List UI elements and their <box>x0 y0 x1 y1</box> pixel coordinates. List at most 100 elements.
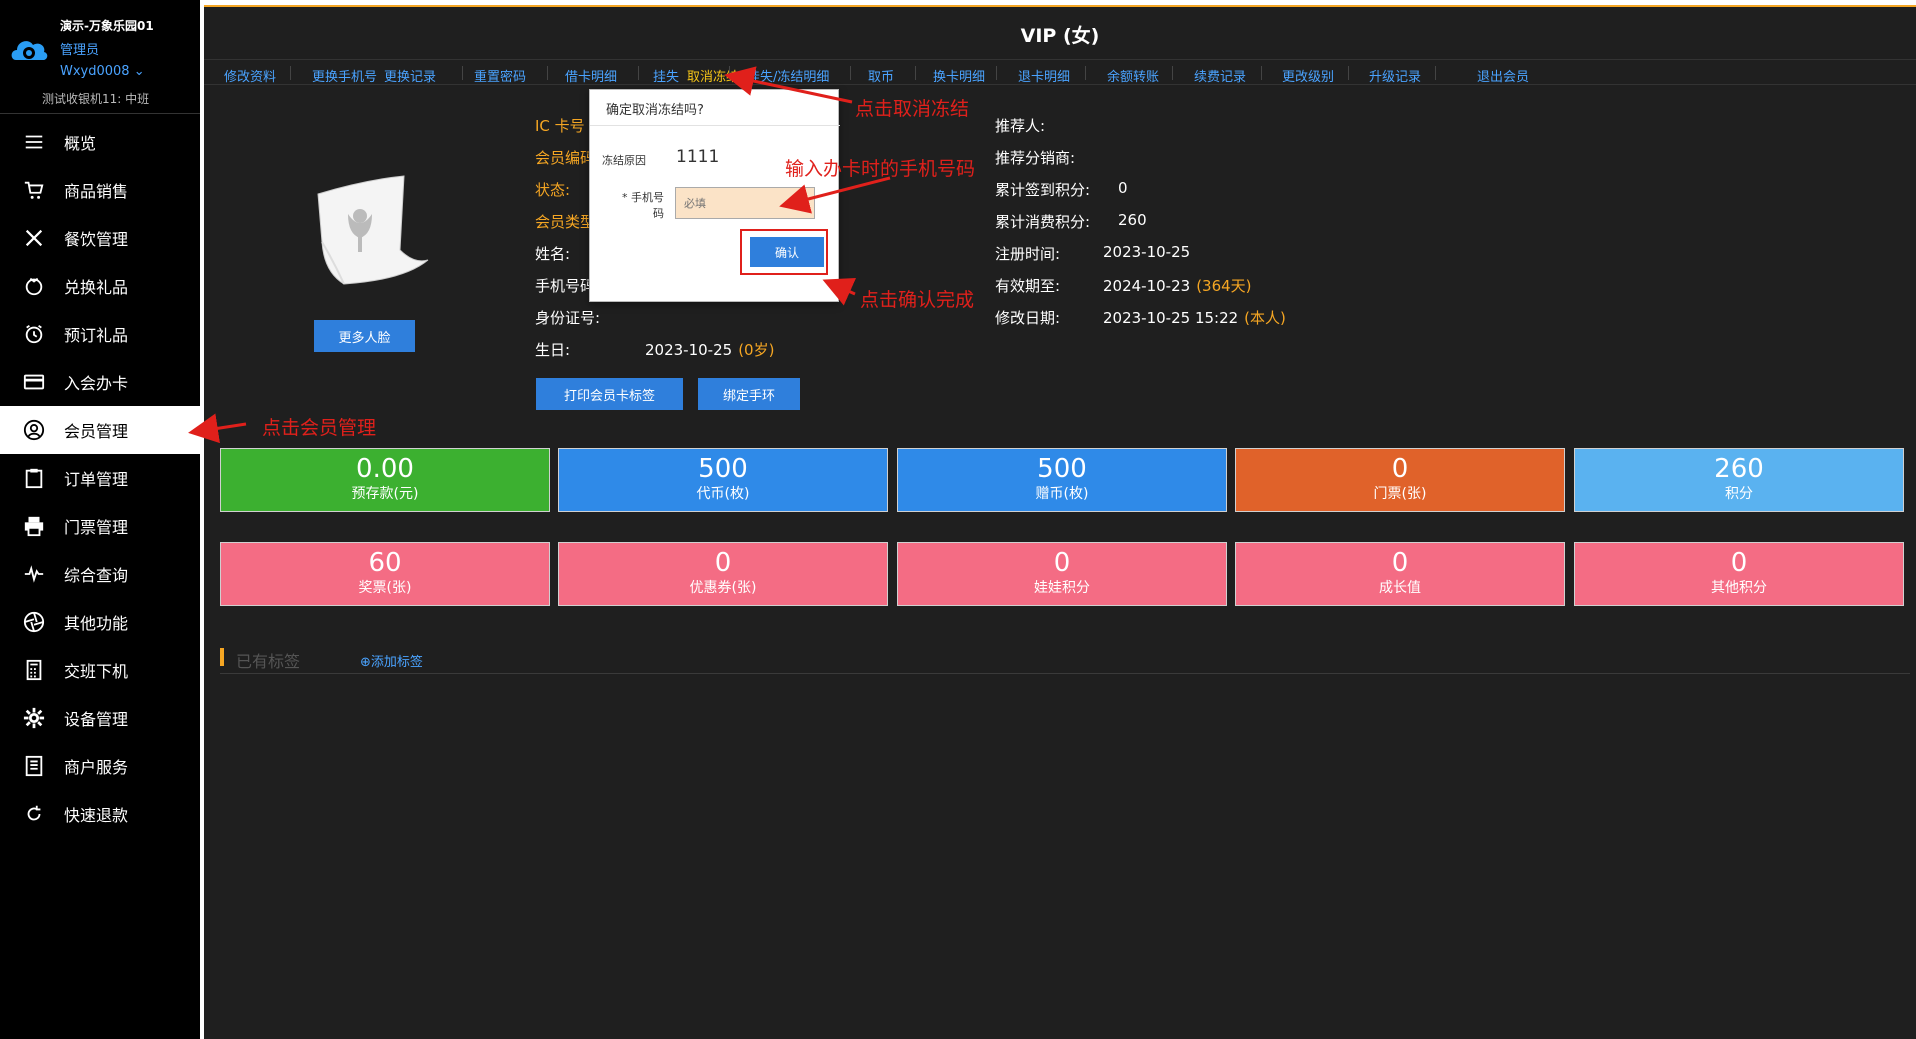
bind-wristband-button[interactable]: 绑定手环 <box>698 378 800 410</box>
tab-divider <box>729 66 730 80</box>
card-icon <box>22 370 46 394</box>
info-label: 姓名: <box>535 245 571 263</box>
tab-divider <box>1261 66 1262 80</box>
stat-card[interactable]: 0 娃娃积分 <box>897 542 1227 606</box>
calculator-icon <box>22 658 46 682</box>
stat-value: 0.00 <box>356 454 414 484</box>
stat-card[interactable]: 60 奖票(张) <box>220 542 550 606</box>
info-label: 生日: <box>535 341 571 359</box>
sidebar-item-11[interactable]: 交班下机 <box>0 646 200 694</box>
stat-label: 优惠券(张) <box>689 580 757 596</box>
sidebar-item-4[interactable]: 预订礼品 <box>0 310 200 358</box>
tab-9[interactable]: 换卡明细 <box>933 66 985 85</box>
cloud-logo-icon <box>11 41 48 60</box>
stat-label: 其他积分 <box>1711 580 1767 596</box>
sidebar-item-14[interactable]: 快速退款 <box>0 790 200 838</box>
tab-7[interactable]: 挂失/冻结明细 <box>747 66 829 85</box>
stat-card[interactable]: 0 优惠券(张) <box>558 542 888 606</box>
tab-divider <box>1085 66 1086 80</box>
stat-card[interactable]: 0 其他积分 <box>1574 542 1904 606</box>
info-label: 推荐人: <box>995 117 1046 135</box>
tab-15[interactable]: 退出会员 <box>1477 66 1529 85</box>
sidebar-item-3[interactable]: 兑换礼品 <box>0 262 200 310</box>
tab-8[interactable]: 取币 <box>868 66 894 85</box>
sidebar-item-2[interactable]: 餐饮管理 <box>0 214 200 262</box>
info-value: 2024-10-23 (364天) <box>1103 275 1252 296</box>
sidebar-item-7[interactable]: 订单管理 <box>0 454 200 502</box>
info-value-note: (364天) <box>1196 277 1252 295</box>
tab-0[interactable]: 修改资料 <box>224 66 276 85</box>
pulse-icon <box>22 562 46 586</box>
stat-card[interactable]: 500 赠币(枚) <box>897 448 1227 512</box>
tab-2[interactable]: 更换记录 <box>384 66 436 85</box>
tab-4[interactable]: 借卡明细 <box>565 66 617 85</box>
info-label: 累计消费积分: <box>995 213 1091 231</box>
info-value-text: 2023-10-25 <box>645 341 733 359</box>
sidebar-item-label: 入会办卡 <box>64 374 129 393</box>
sidebar-item-13[interactable]: 商户服务 <box>0 742 200 790</box>
annotation-member-management: 点击会员管理 <box>262 417 377 439</box>
stat-card[interactable]: 0 门票(张) <box>1235 448 1565 512</box>
sidebar-item-6[interactable]: 会员管理 <box>0 406 200 454</box>
freeze-reason-label: 冻结原因 <box>602 154 646 167</box>
stat-value: 0 <box>1730 548 1748 578</box>
stat-label: 预存款(元) <box>351 486 419 502</box>
tab-10[interactable]: 退卡明细 <box>1018 66 1070 85</box>
tab-11[interactable]: 余额转账 <box>1107 66 1159 85</box>
annotation-confirm-done: 点击确认完成 <box>860 289 975 311</box>
tab-divider <box>1172 66 1173 80</box>
tab-divider <box>462 66 463 80</box>
info-value-text: 2023-10-25 15:22 <box>1103 309 1239 327</box>
sidebar-item-0[interactable]: 概览 <box>0 118 200 166</box>
sidebar-item-12[interactable]: 设备管理 <box>0 694 200 742</box>
aperture-icon <box>22 610 46 634</box>
info-label: 修改日期: <box>995 309 1061 327</box>
tab-6[interactable]: 取消冻结 <box>687 66 739 85</box>
sidebar-item-5[interactable]: 入会办卡 <box>0 358 200 406</box>
stat-card[interactable]: 0.00 预存款(元) <box>220 448 550 512</box>
sidebar-item-label: 综合查询 <box>64 566 129 585</box>
annotation-cancel-freeze: 点击取消冻结 <box>855 98 970 120</box>
gear-icon <box>22 706 46 730</box>
stat-card[interactable]: 500 代币(枚) <box>558 448 888 512</box>
confirm-highlight-box <box>740 229 828 275</box>
info-label: 手机号码 <box>535 277 596 295</box>
tab-divider <box>638 66 639 80</box>
stat-card[interactable]: 0 成长值 <box>1235 542 1565 606</box>
more-faces-button[interactable]: 更多人脸 <box>314 320 415 352</box>
tab-1[interactable]: 更换手机号 <box>312 66 377 85</box>
info-value-note: (0岁) <box>738 341 775 359</box>
sidebar-item-8[interactable]: 门票管理 <box>0 502 200 550</box>
sidebar-item-label: 餐饮管理 <box>64 230 129 249</box>
tab-5[interactable]: 挂失 <box>653 66 679 85</box>
shift-info: 测试收银机11: 中班 <box>42 92 150 106</box>
member-photo-placeholder-icon <box>317 175 429 285</box>
annotation-input-phone: 输入办卡时的手机号码 <box>785 158 976 180</box>
add-tag-link[interactable]: ⊕添加标签 <box>360 651 423 670</box>
tab-13[interactable]: 更改级别 <box>1282 66 1334 85</box>
dialog-title: 确定取消冻结吗? <box>606 103 704 118</box>
info-label: 推荐分销商: <box>995 149 1076 167</box>
section-marker <box>220 648 224 666</box>
sidebar-item-9[interactable]: 综合查询 <box>0 550 200 598</box>
info-value-text: 2023-10-25 <box>1103 243 1191 261</box>
stat-label: 赠币(枚) <box>1035 486 1089 502</box>
stat-label: 成长值 <box>1379 580 1421 596</box>
print-member-tag-button[interactable]: 打印会员卡标签 <box>536 378 683 410</box>
sidebar-item-label: 门票管理 <box>64 518 129 537</box>
user-dropdown[interactable]: Wxyd0008 ⌄ <box>60 64 145 79</box>
stat-card[interactable]: 260 积分 <box>1574 448 1904 512</box>
sidebar-header: 演示-万象乐园01 管理员 Wxyd0008 ⌄ 测试收银机11: 中班 <box>0 0 200 114</box>
clipboard-icon <box>22 466 46 490</box>
tab-14[interactable]: 升级记录 <box>1369 66 1421 85</box>
tab-3[interactable]: 重置密码 <box>474 66 526 85</box>
org-name: 演示-万象乐园01 <box>60 19 154 33</box>
sidebar-item-10[interactable]: 其他功能 <box>0 598 200 646</box>
sidebar-item-label: 预订礼品 <box>64 326 129 345</box>
sidebar-item-1[interactable]: 商品销售 <box>0 166 200 214</box>
info-value-note: (本人) <box>1244 309 1286 327</box>
tab-12[interactable]: 续费记录 <box>1194 66 1246 85</box>
info-label: 身份证号: <box>535 309 601 327</box>
phone-input[interactable] <box>675 187 815 219</box>
stat-value: 60 <box>368 548 402 578</box>
